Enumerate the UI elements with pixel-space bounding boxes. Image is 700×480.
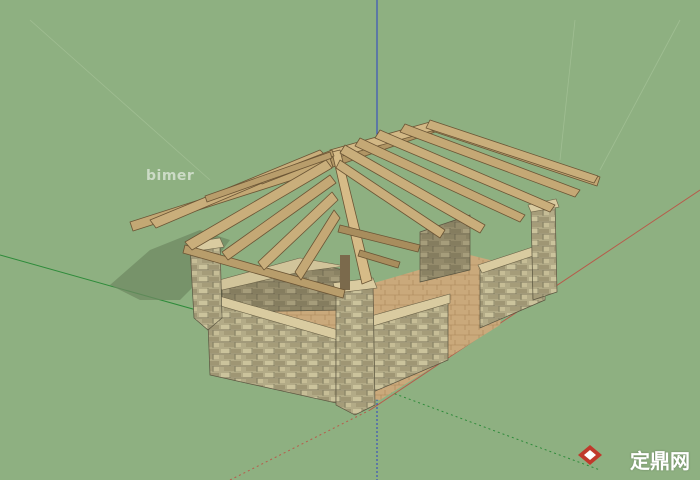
- pillar-front-middle: [335, 283, 376, 416]
- watermark-bimer: bimer: [146, 168, 195, 184]
- pillar-back-right: [530, 201, 558, 301]
- inner-post: [340, 255, 350, 290]
- watermark-site: 定鼎网: [630, 445, 690, 474]
- watermark-site-text: 定鼎网: [630, 449, 690, 473]
- 3d-model-viewport[interactable]: [0, 0, 700, 480]
